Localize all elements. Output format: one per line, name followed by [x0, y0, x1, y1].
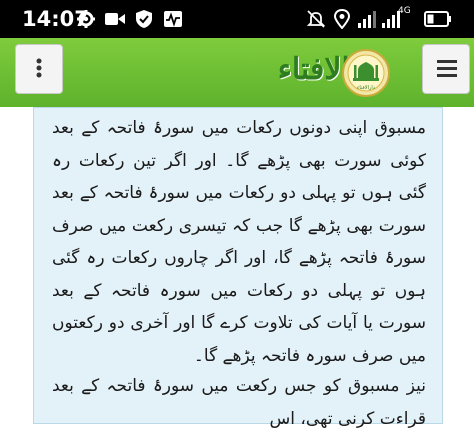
location-icon [333, 9, 351, 29]
activity-icon [164, 11, 182, 27]
signal-icon-2 [382, 11, 400, 28]
answer-paragraph-2: نیز مسبوق کو جس رکعت میں سورۂ فاتحہ کے ب… [52, 376, 426, 429]
answer-paragraph-1: مسبوق اپنی دونوں رکعات میں سورۂ فاتحہ کے… [52, 118, 426, 366]
gear-icon [77, 10, 95, 28]
menu-button[interactable] [422, 44, 470, 94]
more-options-button[interactable] [15, 44, 63, 94]
hamburger-icon [437, 60, 457, 77]
video-icon [105, 13, 125, 25]
app-header [0, 38, 474, 107]
mute-icon [306, 10, 326, 28]
signal-icon-1 [358, 11, 376, 28]
logo-caption: دارالافتاء [357, 85, 375, 91]
battery-icon [424, 11, 451, 27]
logo[interactable]: دارالافتاء [341, 48, 391, 98]
shield-icon [136, 10, 152, 28]
more-vert-icon [36, 58, 42, 78]
status-bar: 14:07 4G [0, 0, 474, 38]
